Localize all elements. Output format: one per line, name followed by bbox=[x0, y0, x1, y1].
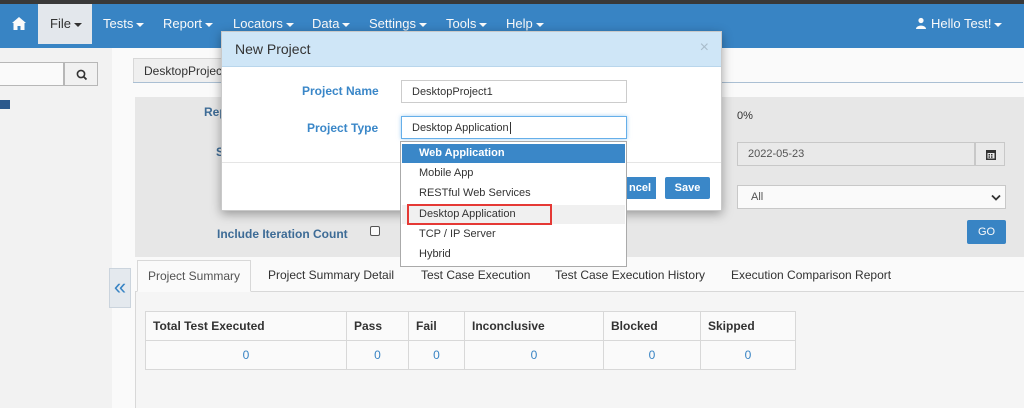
option-restful-web-services[interactable]: RESTful Web Services bbox=[402, 184, 625, 203]
option-tcp-ip-server[interactable]: TCP / IP Server bbox=[402, 225, 625, 244]
project-type-value: Desktop Application bbox=[412, 122, 509, 134]
save-button[interactable]: Save bbox=[665, 177, 710, 199]
annotation-highlight-box bbox=[407, 204, 552, 225]
text-cursor bbox=[509, 122, 511, 135]
option-hybrid[interactable]: Hybrid bbox=[402, 245, 625, 264]
project-name-label: Project Name bbox=[302, 84, 379, 98]
project-name-input[interactable]: DesktopProject1 bbox=[401, 80, 627, 103]
project-type-input[interactable]: Desktop Application bbox=[401, 116, 627, 139]
project-name-value: DesktopProject1 bbox=[412, 86, 493, 98]
option-web-application[interactable]: Web Application bbox=[402, 144, 625, 163]
project-type-label: Project Type bbox=[307, 121, 379, 135]
dialog-title: New Project bbox=[235, 41, 311, 57]
close-icon[interactable]: × bbox=[700, 39, 709, 57]
option-mobile-app[interactable]: Mobile App bbox=[402, 164, 625, 183]
dialog-header: New Project × bbox=[222, 32, 721, 67]
